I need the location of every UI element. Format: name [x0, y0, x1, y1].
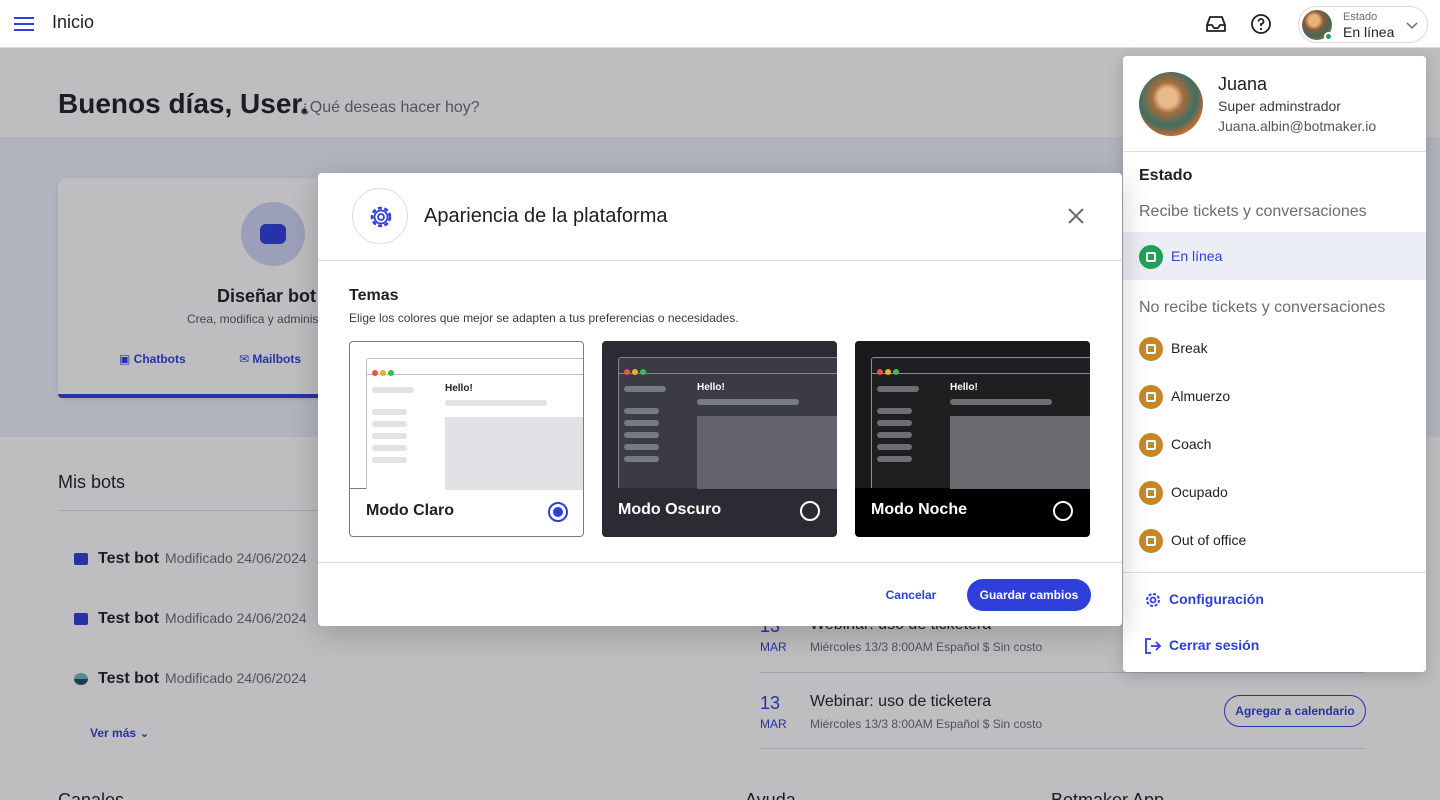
gear-icon: [1146, 593, 1160, 608]
theme-preview: Hello!: [855, 341, 1090, 489]
user-name: Juana: [1218, 74, 1268, 94]
status-dropdown: Juana Super adminstrador Juana.albin@bot…: [1123, 56, 1426, 672]
user-email: Juana.albin@botmaker.io: [1218, 118, 1377, 134]
logout-link[interactable]: Cerrar sesión: [1143, 635, 1259, 656]
gear-icon: [370, 206, 392, 228]
preview-hello: Hello!: [445, 383, 473, 394]
theme-label: Modo Claro: [366, 502, 454, 519]
config-label: Configuración: [1169, 591, 1264, 607]
preview-hello: Hello!: [697, 382, 725, 393]
status-option-label: Break: [1171, 340, 1208, 356]
logout-icon: [1145, 638, 1162, 655]
divider: [1123, 572, 1426, 573]
preview-hello: Hello!: [950, 382, 978, 393]
coffee-icon: [1139, 337, 1163, 362]
status-option-label: En línea: [1171, 248, 1223, 264]
close-icon[interactable]: [1066, 206, 1086, 226]
school-icon: [1139, 433, 1163, 458]
calendar-icon: [1139, 529, 1163, 554]
divider: [318, 562, 1122, 563]
theme-preview: Hello!: [602, 341, 837, 489]
busy-icon: [1139, 481, 1163, 506]
window-preview: Hello!: [871, 357, 1090, 489]
chevron-down-icon: [1406, 22, 1418, 30]
inbox-icon[interactable]: [1204, 12, 1228, 36]
theme-preview: Hello!: [350, 342, 583, 490]
window-preview: Hello!: [366, 358, 583, 490]
headset-icon: [1139, 245, 1163, 270]
status-option-label: Out of office: [1171, 532, 1247, 548]
save-changes-button[interactable]: Guardar cambios: [967, 579, 1091, 611]
divider: [318, 260, 1122, 261]
appearance-modal: Apariencia de la plataforma Temas Elige …: [318, 173, 1122, 626]
status-option-almuerzo[interactable]: Almuerzo: [1139, 384, 1231, 410]
lunch-icon: [1139, 385, 1163, 410]
user-avatar: [1139, 72, 1203, 136]
theme-option-night[interactable]: Hello! Modo Noche: [855, 341, 1090, 537]
status-option-out-of-office[interactable]: Out of office: [1139, 528, 1247, 554]
theme-option-light[interactable]: Hello! Modo Claro: [349, 341, 584, 537]
status-heading: Estado: [1139, 167, 1193, 184]
status-option-label: Ocupado: [1171, 484, 1228, 500]
online-dot: [1324, 32, 1333, 41]
status-option-ocupado[interactable]: Ocupado: [1139, 480, 1228, 506]
theme-label: Modo Oscuro: [618, 501, 722, 518]
theme-label: Modo Noche: [871, 501, 967, 518]
settings-icon-circle: [352, 188, 408, 244]
status-option-coach[interactable]: Coach: [1139, 432, 1212, 458]
status-option-break[interactable]: Break: [1139, 336, 1208, 362]
theme-option-dark[interactable]: Hello! Modo Oscuro: [602, 341, 837, 537]
group-not-receives-label: No recibe tickets y conversaciones: [1139, 299, 1386, 316]
theme-radio-selected[interactable]: [548, 502, 568, 522]
window-preview: Hello!: [618, 357, 837, 489]
modal-title: Apariencia de la plataforma: [424, 205, 668, 227]
status-option-label: Almuerzo: [1171, 388, 1231, 404]
group-receives-label: Recibe tickets y conversaciones: [1139, 203, 1367, 220]
status-option-label: Coach: [1171, 436, 1212, 452]
user-role: Super adminstrador: [1218, 98, 1341, 114]
themes-title: Temas: [349, 287, 399, 304]
theme-radio[interactable]: [1053, 501, 1073, 521]
page-title: Inicio: [52, 12, 95, 32]
config-link[interactable]: Configuración: [1143, 589, 1264, 610]
logout-label: Cerrar sesión: [1169, 637, 1260, 653]
themes-subtitle: Elige los colores que mejor se adapten a…: [349, 311, 739, 325]
help-icon[interactable]: [1249, 12, 1273, 36]
status-option-en-linea[interactable]: En línea: [1139, 244, 1223, 270]
menu-icon[interactable]: [14, 14, 34, 34]
status-label: Estado: [1343, 11, 1378, 23]
cancel-button[interactable]: Cancelar: [878, 579, 944, 611]
status-selector[interactable]: Estado En línea: [1298, 6, 1428, 43]
divider: [1123, 151, 1426, 152]
status-value: En línea: [1343, 24, 1395, 40]
theme-radio[interactable]: [800, 501, 820, 521]
top-bar: Inicio Estado En línea: [0, 0, 1440, 48]
